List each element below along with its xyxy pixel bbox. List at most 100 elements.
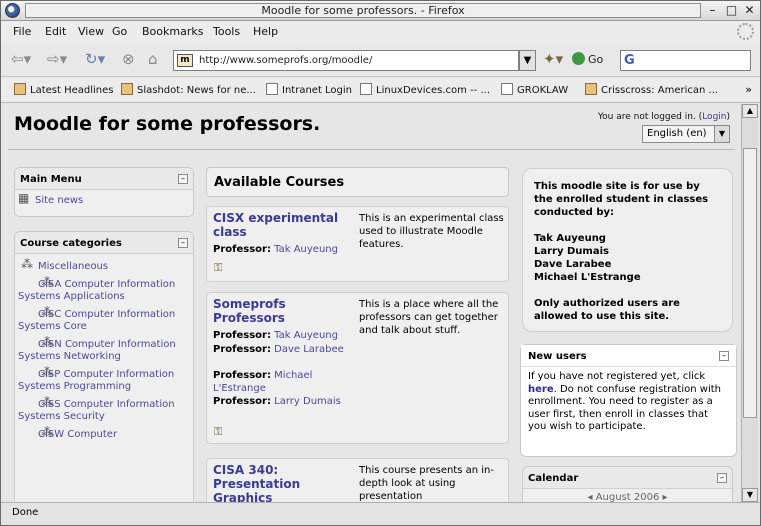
search-input[interactable]: G [620, 50, 751, 71]
address-bar[interactable]: m http://www.someprofs.org/moodle/ [173, 50, 519, 71]
close-icon[interactable]: ✕ [742, 3, 757, 18]
category-item[interactable]: ⁂ CISS Computer Information Systems Secur… [18, 395, 193, 423]
course-professor: Professor: Larry Dumais [213, 395, 358, 408]
rss-icon [585, 83, 597, 95]
professor-label: Professor: [213, 370, 271, 381]
menu-help[interactable]: Help [253, 25, 278, 38]
course-description: This course presents an in-depth look at… [359, 465, 494, 502]
person-name: Michael L'Estrange [534, 272, 641, 283]
collapse-icon[interactable]: – [719, 351, 729, 361]
news-icon: ▦ [18, 191, 30, 205]
minimize-icon[interactable]: – [705, 3, 720, 18]
menu-item-label: Site news [35, 195, 84, 206]
category-icon: ⁂ [41, 395, 53, 409]
course-professor: Professor: Dave Larabee [213, 343, 358, 356]
page-icon [501, 83, 513, 95]
scroll-thumb[interactable] [743, 148, 757, 418]
course-categories-block: Course categories – ⁂ Miscellaneous ⁂ CISA… [14, 231, 194, 502]
bookmark-star-icon[interactable]: ✦▾ [543, 52, 563, 67]
browser-window: Moodle for some professors. - Firefox – … [0, 0, 761, 526]
bookmarks-toolbar: Latest Headlines Slashdot: News for ne..… [1, 78, 760, 103]
register-link[interactable]: here [528, 384, 554, 395]
bookmark-item[interactable]: GROKLAW [501, 83, 568, 96]
category-item[interactable]: ⁂ CISN Computer Information Systems Netwo… [18, 336, 193, 363]
bookmark-label: Slashdot: News for ne... [137, 85, 256, 96]
course-professor: Professor: Tak Auyeung [213, 329, 358, 342]
menu-tools[interactable]: Tools [213, 25, 240, 38]
calendar-month-label: August 2006 [595, 492, 660, 502]
category-item[interactable]: ⁂ CISA Computer Information Systems Appli… [18, 276, 193, 303]
bookmark-item[interactable]: LinuxDevices.com -- ... [360, 83, 490, 96]
category-item[interactable]: ⁂ CISC Computer Information Systems Core [18, 306, 193, 333]
new-users-block: New users – If you have not registered y… [520, 344, 737, 457]
bookmark-label: GROKLAW [517, 85, 569, 96]
category-icon: ⁂ [41, 425, 53, 439]
menu-item-site-news[interactable]: ▦ Site news [15, 191, 193, 207]
course-link[interactable]: CISX experimental class [213, 211, 353, 239]
collapse-icon[interactable]: – [178, 238, 188, 248]
bookmark-label: Crisscross: American ... [601, 85, 719, 96]
professor-link[interactable]: Dave Larabee [274, 344, 344, 355]
next-month-icon[interactable]: ▸ [663, 492, 668, 502]
site-info-people: Tak Auyeung Larry Dumais Dave Larabee Mi… [534, 232, 721, 284]
stop-icon[interactable]: ⊗ [122, 52, 135, 67]
key-icon: ⚿ [214, 261, 223, 274]
collapse-icon[interactable]: – [717, 473, 727, 483]
menu-bookmarks[interactable]: Bookmarks [142, 25, 203, 38]
course-professor: Professor: Tak Auyeung [213, 243, 358, 256]
language-select[interactable]: English (en) ▼ [642, 125, 730, 143]
block-title: Main Menu [15, 168, 193, 190]
course-description: This is an experimental class used to il… [359, 213, 504, 250]
menu-go[interactable]: Go [112, 25, 127, 38]
new-users-text: If you have not registered yet, click he… [521, 367, 736, 438]
bookmark-item[interactable]: Latest Headlines [14, 83, 114, 96]
professor-link[interactable]: Larry Dumais [274, 396, 341, 407]
bookmark-item[interactable]: Intranet Login [266, 83, 352, 96]
url-history-dropdown[interactable]: ▼ [519, 50, 536, 71]
professor-link[interactable]: Tak Auyeung [274, 244, 338, 255]
professor-label: Professor: [213, 244, 271, 255]
block-title: Course categories [15, 232, 193, 254]
go-label: Go [588, 53, 604, 66]
chevron-right-icon[interactable]: » [745, 83, 752, 96]
collapse-icon[interactable]: – [178, 174, 188, 184]
person-name: Tak Auyeung [534, 233, 606, 244]
title-bar: Moodle for some professors. - Firefox – … [1, 1, 760, 21]
category-item[interactable]: ⁂ Miscellaneous [18, 258, 193, 273]
maximize-icon[interactable]: □ [724, 3, 739, 18]
menu-file[interactable]: File [13, 25, 31, 38]
course-item: Someprofs Professors Professor: Tak Auye… [206, 292, 509, 444]
previous-month-icon[interactable]: ◂ [587, 492, 592, 502]
bookmark-item[interactable]: Slashdot: News for ne... [121, 83, 256, 96]
bookmark-label: LinuxDevices.com -- ... [376, 85, 490, 96]
chevron-down-icon: ▼ [714, 126, 729, 142]
home-icon[interactable]: ⌂ [148, 52, 158, 67]
reload-icon[interactable]: ↻▾ [85, 52, 105, 67]
category-icon: ⁂ [41, 365, 53, 379]
scroll-down-icon[interactable]: ▼ [742, 488, 758, 502]
page-title: Moodle for some professors. [14, 113, 321, 135]
forward-icon[interactable]: ⇨▾ [47, 52, 67, 67]
category-item[interactable]: ⁂ CISP Computer Information Systems Progr… [18, 365, 193, 393]
course-link[interactable]: Someprofs Professors [213, 297, 353, 325]
course-link[interactable]: CISA 340: Presentation Graphics [213, 463, 353, 502]
login-link[interactable]: Login [702, 112, 726, 122]
vertical-scrollbar[interactable]: ▲ ▼ [741, 104, 758, 502]
course-description: This is a place where all the professors… [359, 299, 499, 336]
firefox-icon[interactable] [5, 3, 20, 18]
course-item: CISA 340: Presentation Graphics This cou… [206, 458, 509, 502]
person-name: Dave Larabee [534, 259, 612, 270]
calendar-block: Calendar – ◂ August 2006 ▸ [522, 466, 733, 502]
bookmark-item[interactable]: Crisscross: American ... [585, 83, 718, 96]
back-icon[interactable]: ⇦▾ [11, 52, 31, 67]
menu-edit[interactable]: Edit [45, 25, 66, 38]
bookmark-label: Latest Headlines [30, 85, 114, 96]
professor-link[interactable]: Tak Auyeung [274, 330, 338, 341]
menu-view[interactable]: View [78, 25, 104, 38]
category-item[interactable]: ⁂ CISW Computer [18, 425, 193, 441]
site-info-intro: This moodle site is for use by the enrol… [534, 181, 709, 218]
scroll-up-icon[interactable]: ▲ [742, 104, 758, 118]
url-text[interactable]: http://www.someprofs.org/moodle/ [199, 55, 372, 66]
key-icon: ⚿ [214, 425, 223, 438]
go-button[interactable]: Go [572, 52, 603, 66]
